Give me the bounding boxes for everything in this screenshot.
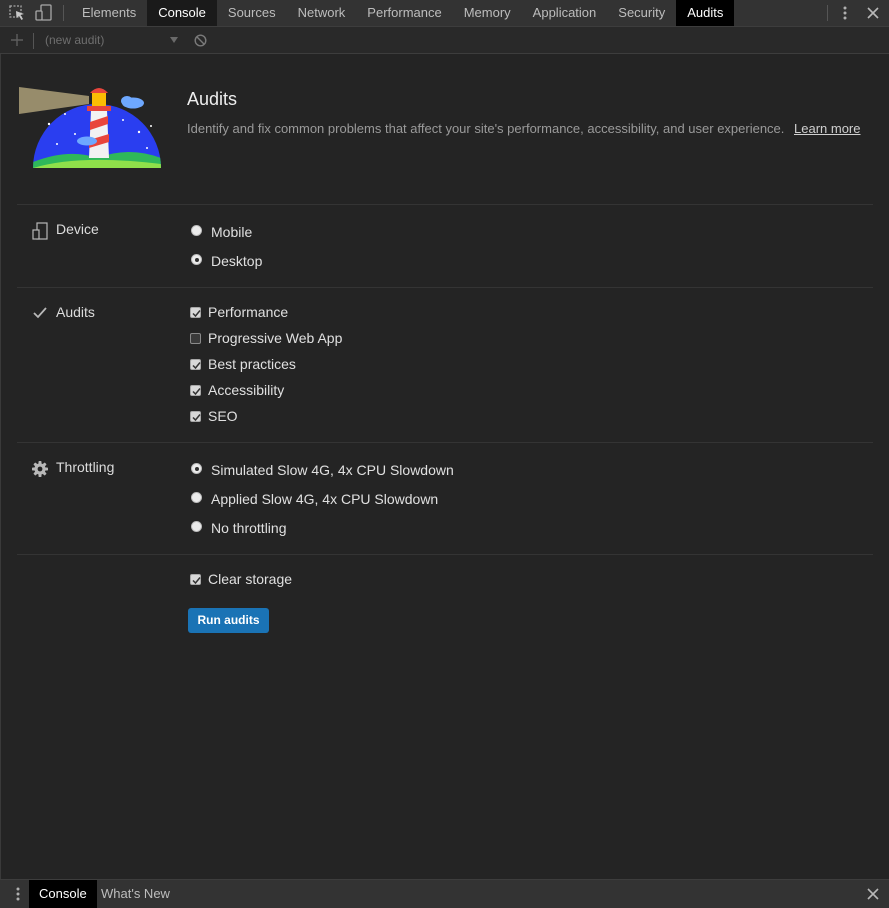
audits-toolbar: (new audit) bbox=[0, 27, 889, 54]
tab-network[interactable]: Network bbox=[287, 0, 357, 26]
section-divider bbox=[17, 554, 873, 555]
toolbar-divider bbox=[33, 33, 34, 49]
throttling-applied-label[interactable]: Applied Slow 4G, 4x CPU Slowdown bbox=[211, 491, 438, 507]
device-desktop-label[interactable]: Desktop bbox=[211, 253, 262, 269]
device-toolbar-icon[interactable] bbox=[34, 4, 54, 22]
panel-tabs: Elements Console Sources Network Perform… bbox=[71, 0, 735, 26]
tab-sources[interactable]: Sources bbox=[217, 0, 287, 26]
clear-block-icon[interactable] bbox=[194, 34, 207, 47]
throttling-none-label[interactable]: No throttling bbox=[211, 520, 286, 536]
checkmark-icon bbox=[33, 307, 47, 319]
chevron-down-icon[interactable] bbox=[170, 37, 178, 43]
audit-seo-checkbox[interactable] bbox=[190, 411, 201, 422]
inspect-element-icon[interactable] bbox=[8, 4, 28, 22]
device-section-label: Device bbox=[56, 221, 99, 237]
device-icon bbox=[32, 222, 48, 240]
throttling-applied-radio[interactable] bbox=[191, 492, 202, 503]
run-audits-button[interactable]: Run audits bbox=[188, 608, 269, 633]
audit-best-practices-label[interactable]: Best practices bbox=[208, 356, 296, 372]
toolbar-divider bbox=[63, 5, 64, 21]
audit-select[interactable]: (new audit) bbox=[45, 33, 104, 47]
device-desktop-radio[interactable] bbox=[191, 254, 202, 265]
tab-application[interactable]: Application bbox=[522, 0, 608, 26]
more-options-icon[interactable] bbox=[11, 886, 25, 902]
audit-performance-checkbox[interactable] bbox=[190, 307, 201, 318]
learn-more-link[interactable]: Learn more bbox=[794, 121, 860, 136]
section-divider bbox=[17, 204, 873, 205]
clear-storage-checkbox[interactable] bbox=[190, 574, 201, 585]
close-icon[interactable] bbox=[866, 6, 880, 20]
audit-best-practices-checkbox[interactable] bbox=[190, 359, 201, 370]
drawer-toolbar: Console What's New bbox=[0, 879, 889, 908]
throttling-simulated-radio[interactable] bbox=[191, 463, 202, 474]
page-description: Identify and fix common problems that af… bbox=[187, 121, 785, 136]
more-options-icon[interactable] bbox=[838, 5, 852, 21]
audit-seo-label[interactable]: SEO bbox=[208, 408, 238, 424]
device-mobile-label[interactable]: Mobile bbox=[211, 224, 252, 240]
throttling-section-label: Throttling bbox=[56, 459, 115, 475]
audit-performance-label[interactable]: Performance bbox=[208, 304, 288, 320]
tab-elements[interactable]: Elements bbox=[71, 0, 147, 26]
tab-audits[interactable]: Audits bbox=[676, 0, 735, 26]
audit-pwa-label[interactable]: Progressive Web App bbox=[208, 330, 342, 346]
clear-storage-label[interactable]: Clear storage bbox=[208, 571, 292, 587]
lighthouse-logo-icon bbox=[19, 87, 161, 168]
throttling-simulated-label[interactable]: Simulated Slow 4G, 4x CPU Slowdown bbox=[211, 462, 454, 478]
tab-memory[interactable]: Memory bbox=[453, 0, 522, 26]
tab-security[interactable]: Security bbox=[607, 0, 676, 26]
section-divider bbox=[17, 287, 873, 288]
audit-accessibility-checkbox[interactable] bbox=[190, 385, 201, 396]
toolbar-divider bbox=[827, 5, 828, 21]
tab-performance[interactable]: Performance bbox=[356, 0, 452, 26]
devtools-toolbar: Elements Console Sources Network Perform… bbox=[0, 0, 889, 27]
drawer-tab-console[interactable]: Console bbox=[29, 880, 97, 908]
audits-section-label: Audits bbox=[56, 304, 95, 320]
gear-icon bbox=[32, 461, 48, 477]
audit-pwa-checkbox[interactable] bbox=[190, 333, 201, 344]
close-icon[interactable] bbox=[866, 887, 880, 901]
audit-accessibility-label[interactable]: Accessibility bbox=[208, 382, 284, 398]
audits-panel: Audits Identify and fix common problems … bbox=[0, 54, 889, 879]
throttling-none-radio[interactable] bbox=[191, 521, 202, 532]
section-divider bbox=[17, 442, 873, 443]
drawer-tab-whats-new[interactable]: What's New bbox=[91, 880, 180, 908]
page-title: Audits bbox=[187, 89, 238, 109]
tab-console[interactable]: Console bbox=[147, 0, 217, 26]
plus-icon[interactable] bbox=[10, 33, 24, 47]
device-mobile-radio[interactable] bbox=[191, 225, 202, 236]
